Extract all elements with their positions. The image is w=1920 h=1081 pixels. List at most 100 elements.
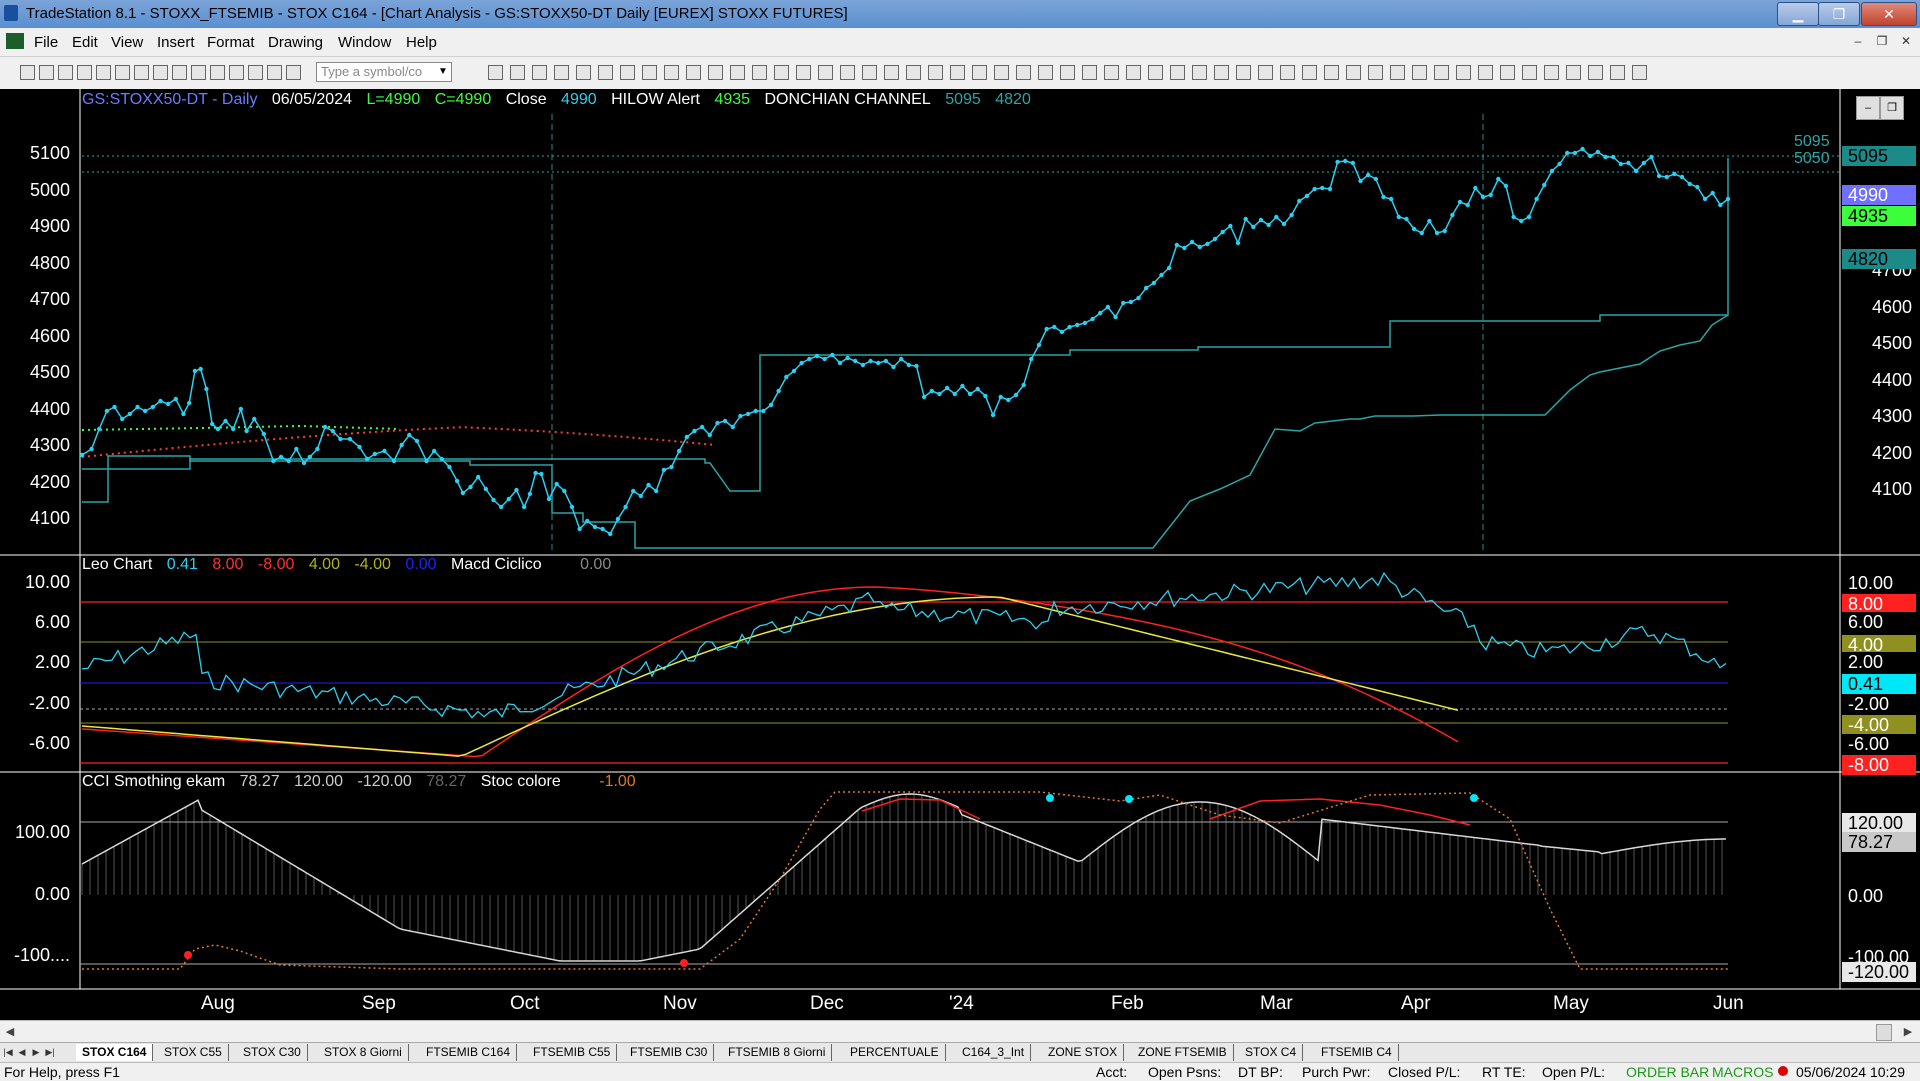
tab-ftsemib-c30[interactable]: FTSEMIB C30: [624, 1044, 715, 1061]
toolbar-tool-icon[interactable]: [1258, 65, 1273, 80]
toolbar-tool-icon[interactable]: [210, 65, 225, 80]
toolbar-tool-icon[interactable]: [620, 65, 635, 80]
toolbar-tool-icon[interactable]: [642, 65, 657, 80]
scroll-thumb[interactable]: [1876, 1024, 1892, 1041]
toolbar-tool-icon[interactable]: [1148, 65, 1163, 80]
toolbar-tool-icon[interactable]: [774, 65, 789, 80]
toolbar-tool-icon[interactable]: [1566, 65, 1581, 80]
order-bar-button[interactable]: ORDER BAR: [1626, 1064, 1709, 1080]
toolbar-tool-icon[interactable]: [730, 65, 745, 80]
toolbar-tool-icon[interactable]: [510, 65, 525, 80]
toolbar-tool-icon[interactable]: [286, 65, 301, 80]
maximize-button[interactable]: ❐: [1818, 2, 1860, 26]
toolbar-tool-icon[interactable]: [1126, 65, 1141, 80]
menu-file[interactable]: File: [34, 34, 58, 51]
menu-window[interactable]: Window: [338, 34, 391, 51]
menu-insert[interactable]: Insert: [157, 34, 195, 51]
toolbar-tool-icon[interactable]: [1302, 65, 1317, 80]
pane-restore-button[interactable]: ❐: [1880, 96, 1904, 120]
tab-stox-c30[interactable]: STOX C30: [237, 1044, 308, 1061]
tab-stox-c55[interactable]: STOX C55: [158, 1044, 229, 1061]
toolbar-tool-icon[interactable]: [884, 65, 899, 80]
toolbar-tool-icon[interactable]: [1280, 65, 1295, 80]
menu-drawing[interactable]: Drawing: [268, 34, 323, 51]
mdi-minimize-button[interactable]: –: [1848, 32, 1868, 50]
toolbar-tool-icon[interactable]: [972, 65, 987, 80]
toolbar-tool-icon[interactable]: [248, 65, 263, 80]
toolbar-tool-icon[interactable]: [153, 65, 168, 80]
tab-ftsemib-c164[interactable]: FTSEMIB C164: [420, 1044, 518, 1061]
toolbar-tool-icon[interactable]: [1434, 65, 1449, 80]
symbol-dropdown-icon[interactable]: ▼: [436, 63, 450, 81]
toolbar-tool-icon[interactable]: [818, 65, 833, 80]
toolbar-tool-icon[interactable]: [229, 65, 244, 80]
toolbar-tool-icon[interactable]: [1610, 65, 1625, 80]
toolbar-tool-icon[interactable]: [191, 65, 206, 80]
pane-minimize-button[interactable]: –: [1856, 96, 1880, 120]
toolbar-tool-icon[interactable]: [1456, 65, 1471, 80]
toolbar-tool-icon[interactable]: [532, 65, 547, 80]
toolbar-tool-icon[interactable]: [1214, 65, 1229, 80]
toolbar-tool-icon[interactable]: [267, 65, 282, 80]
toolbar-tool-icon[interactable]: [1082, 65, 1097, 80]
toolbar-tool-icon[interactable]: [1236, 65, 1251, 80]
symbol-input[interactable]: Type a symbol/co: [316, 62, 452, 82]
toolbar-tool-icon[interactable]: [1346, 65, 1361, 80]
toolbar-tool-icon[interactable]: [1038, 65, 1053, 80]
toolbar-tool-icon[interactable]: [994, 65, 1009, 80]
toolbar-tool-icon[interactable]: [39, 65, 54, 80]
macros-button[interactable]: MACROS: [1712, 1064, 1773, 1080]
toolbar-tool-icon[interactable]: [1368, 65, 1383, 80]
menu-format[interactable]: Format: [207, 34, 255, 51]
toolbar-tool-icon[interactable]: [1544, 65, 1559, 80]
minimize-button[interactable]: ▁: [1777, 2, 1819, 26]
chart-horizontal-scrollbar[interactable]: ◀ ▶: [0, 1020, 1920, 1043]
toolbar-tool-icon[interactable]: [554, 65, 569, 80]
tab-next-icon[interactable]: ▶: [30, 1044, 42, 1061]
chart-analysis-window[interactable]: GS:STOXX50-DT - Daily 06/05/2024 L=4990 …: [0, 89, 1920, 1020]
toolbar-tool-icon[interactable]: [1170, 65, 1185, 80]
tab-zone-stox[interactable]: ZONE STOX: [1042, 1044, 1125, 1061]
tab-percentuale[interactable]: PERCENTUALE: [844, 1044, 946, 1061]
tab-stox-8-giorni[interactable]: STOX 8 Giorni: [318, 1044, 409, 1061]
scroll-right-icon[interactable]: ▶: [1900, 1023, 1916, 1041]
toolbar-tool-icon[interactable]: [1192, 65, 1207, 80]
toolbar-tool-icon[interactable]: [1522, 65, 1537, 80]
mdi-close-button[interactable]: ✕: [1896, 32, 1916, 50]
toolbar-tool-icon[interactable]: [576, 65, 591, 80]
toolbar-tool-icon[interactable]: [708, 65, 723, 80]
toolbar-tool-icon[interactable]: [928, 65, 943, 80]
tab-ftsemib-8-giorni[interactable]: FTSEMIB 8 Giorni: [722, 1044, 833, 1061]
mdi-restore-button[interactable]: ❐: [1872, 32, 1892, 50]
toolbar-tool-icon[interactable]: [115, 65, 130, 80]
tab-c164-3-int[interactable]: C164_3_Int: [956, 1044, 1032, 1061]
toolbar-tool-icon[interactable]: [1060, 65, 1075, 80]
toolbar-tool-icon[interactable]: [1104, 65, 1119, 80]
toolbar-tool-icon[interactable]: [1390, 65, 1405, 80]
tab-prev-icon[interactable]: ◀: [16, 1044, 28, 1061]
toolbar-tool-icon[interactable]: [1478, 65, 1493, 80]
toolbar-tool-icon[interactable]: [686, 65, 701, 80]
toolbar-tool-icon[interactable]: [862, 65, 877, 80]
tab-ftsemib-c4[interactable]: FTSEMIB C4: [1315, 1044, 1399, 1061]
toolbar-tool-icon[interactable]: [134, 65, 149, 80]
toolbar-tool-icon[interactable]: [1588, 65, 1603, 80]
menu-view[interactable]: View: [111, 34, 143, 51]
toolbar-tool-icon[interactable]: [77, 65, 92, 80]
toolbar-tool-icon[interactable]: [906, 65, 921, 80]
toolbar-tool-icon[interactable]: [20, 65, 35, 80]
chart-canvas[interactable]: [0, 89, 1920, 1020]
toolbar-tool-icon[interactable]: [598, 65, 613, 80]
tab-stox-c164[interactable]: STOX C164: [76, 1044, 154, 1061]
menu-edit[interactable]: Edit: [72, 34, 98, 51]
tab-zone-ftsemib[interactable]: ZONE FTSEMIB: [1132, 1044, 1234, 1061]
toolbar-tool-icon[interactable]: [664, 65, 679, 80]
toolbar-tool-icon[interactable]: [96, 65, 111, 80]
toolbar-tool-icon[interactable]: [1324, 65, 1339, 80]
tab-ftsemib-c55[interactable]: FTSEMIB C55: [527, 1044, 618, 1061]
toolbar-tool-icon[interactable]: [752, 65, 767, 80]
close-button[interactable]: ✕: [1861, 2, 1917, 26]
tab-first-icon[interactable]: |◀: [2, 1044, 14, 1061]
toolbar-tool-icon[interactable]: [58, 65, 73, 80]
tab-stox-c4[interactable]: STOX C4: [1239, 1044, 1304, 1061]
